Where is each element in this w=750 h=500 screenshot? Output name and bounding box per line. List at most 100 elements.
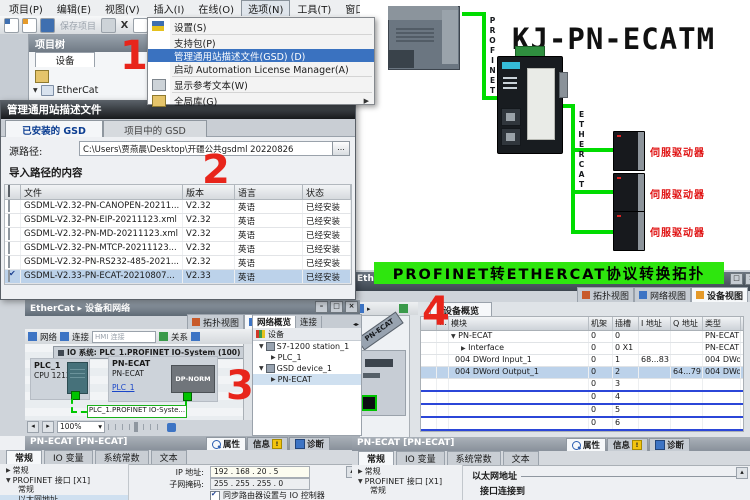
add-device-icon[interactable] [35, 70, 49, 83]
scroll-up-icon[interactable]: ▴ [736, 467, 748, 479]
tree-item-profinet-interface[interactable]: ▼PROFINET 接口 [X1] [352, 477, 462, 487]
tab-devices[interactable]: 设备 [35, 52, 95, 67]
col-i-address[interactable]: I 地址 [639, 317, 671, 330]
copy-icon[interactable] [133, 18, 148, 33]
col-file[interactable]: 文件 [21, 185, 183, 199]
table-row[interactable]: GSDML-V2.32-PN-RS232-485-2021...V2.32 英语… [5, 256, 351, 270]
row-checkbox[interactable] [8, 228, 10, 240]
device-name-chip[interactable]: PN-ECAT [356, 312, 403, 351]
zoom-select[interactable]: 100%▾ [57, 421, 105, 433]
gateway-port-green[interactable] [183, 392, 192, 401]
col-type[interactable]: 类型 [703, 317, 741, 330]
col-status[interactable]: 状态 [303, 185, 351, 199]
menu-view[interactable]: 视图(V) [98, 0, 147, 17]
subtab-texts[interactable]: 文本 [503, 451, 539, 465]
tab-network-overview[interactable]: 网络概览 [253, 316, 296, 328]
close-icon[interactable]: × [745, 273, 750, 285]
subnet-input[interactable]: 255 . 255 . 255 . 0 [210, 478, 310, 490]
network-canvas[interactable]: IO 系统: PLC_1.PROFINET IO-System (100) PL… [25, 344, 243, 420]
menu-item-global-libraries[interactable]: 全局库(G) ▶ [148, 94, 374, 107]
menu-insert[interactable]: 插入(I) [147, 0, 192, 17]
select-all-cell[interactable] [5, 185, 21, 199]
tab-info[interactable]: 信息 ! [607, 438, 648, 452]
table-row[interactable]: GSDML-V2.32-PN-MD-20211123.xmlV2.32 英语已经… [5, 228, 351, 242]
tab-properties[interactable]: 属性 [206, 437, 246, 451]
col-module[interactable]: 模块 [449, 317, 589, 330]
tab-installed-gsd[interactable]: 已安装的 GSD [5, 120, 103, 137]
minimize-icon[interactable]: – [315, 301, 328, 313]
save-project-label[interactable]: 保存项目 [60, 19, 96, 32]
table-row[interactable]: 05 [421, 405, 743, 418]
col-q-address[interactable]: Q 地址 [671, 317, 703, 330]
table-row[interactable]: GSDML-V2.32-PN-EIP-20211123.xmlV2.32 英语已… [5, 214, 351, 228]
menu-item-support-packages[interactable]: 支持包(P) [148, 36, 374, 49]
table-row-selected[interactable]: 004 DWord Output_1 02 64...79 004 DWord … [421, 367, 743, 379]
open-project-icon[interactable] [22, 18, 37, 33]
network-mode-label[interactable]: 网络 [40, 331, 57, 343]
row-checkbox-checked[interactable] [8, 270, 10, 282]
subtab-general[interactable]: 常规 [358, 451, 394, 465]
gateway-device-box[interactable]: PN-ECAT PN-ECAT PLC_1 DP-NORM [108, 356, 218, 402]
select-all-icon[interactable] [8, 185, 10, 197]
subtab-texts[interactable]: 文本 [151, 450, 187, 464]
tab-connections[interactable]: 连接 [296, 316, 322, 328]
tree-item-ethernet-address[interactable]: 以太网地址 [0, 495, 128, 500]
network-mode-icon[interactable] [28, 332, 37, 341]
subtab-io-tags[interactable]: IO 变量 [396, 451, 445, 465]
fit-view-icon[interactable] [167, 423, 176, 432]
menu-online[interactable]: 在线(O) [191, 0, 241, 17]
scroll-right-icon[interactable]: ▸ [42, 421, 54, 433]
print-icon[interactable] [101, 18, 116, 33]
table-row[interactable]: ▼ PN-ECAT 00 PN-ECAT [421, 331, 743, 343]
sync-router-checkbox[interactable] [210, 491, 220, 500]
subtab-general[interactable]: 常规 [6, 450, 42, 464]
tree-item-pn-ecat[interactable]: ▶ PN-ECAT [253, 374, 361, 385]
connection-type-combo[interactable]: HMI 连接 [92, 331, 156, 343]
table-row[interactable]: 06 [421, 418, 743, 431]
tab-topology-view[interactable]: 拓扑视图 [187, 314, 244, 329]
browse-button[interactable]: ... [332, 141, 350, 156]
close-icon[interactable]: × [345, 301, 358, 313]
connections-mode-label[interactable]: 连接 [72, 331, 89, 343]
tree-item-station[interactable]: ▼ S7-1200 station_1 [253, 341, 361, 352]
table-row[interactable]: ▶ Interface 00 X1 PN-ECAT [421, 343, 743, 355]
table-row[interactable]: GSDML-V2.32-PN-MTCP-20211123...V2.32 英语已… [5, 242, 351, 256]
table-row[interactable]: 004 DWord Input_1 01 68...83 004 DWord I… [421, 355, 743, 367]
menu-item-settings[interactable]: 设置(S) [148, 20, 374, 33]
maximize-icon[interactable]: □ [730, 273, 743, 285]
row-checkbox[interactable] [8, 256, 10, 268]
io-system-connection-label[interactable]: PLC_1.PROFINET IO-Syste... [87, 405, 187, 418]
gateway-controller-link[interactable]: PLC_1 [112, 383, 134, 392]
col-rack[interactable]: 机架 [589, 317, 613, 330]
row-checkbox[interactable] [8, 214, 10, 226]
cut-icon[interactable]: X [119, 20, 130, 31]
zoom-slider-thumb[interactable] [134, 422, 138, 432]
tab-scroll-icons[interactable]: ◂▸ [353, 321, 361, 328]
tree-item-plc1[interactable]: ▶ PLC_1 [253, 352, 361, 363]
connections-mode-icon[interactable] [60, 332, 69, 341]
tab-device-view[interactable]: 设备视图 [691, 287, 748, 302]
tree-item-general-sub[interactable]: 常规 [352, 486, 462, 496]
table-row[interactable]: GSDML-V2.32-PN-CANOPEN-20211...V2.32 英语已… [5, 200, 351, 214]
subtab-io-tags[interactable]: IO 变量 [44, 450, 93, 464]
save-project-icon[interactable] [40, 18, 55, 33]
tab-topology-view[interactable]: 拓扑视图 [577, 287, 634, 302]
col-slot[interactable]: 插槽 [613, 317, 639, 330]
maximize-icon[interactable]: □ [330, 301, 343, 313]
tree-item-gsd-device[interactable]: ▼ GSD device_1 [253, 363, 361, 374]
tab-info[interactable]: 信息 ! [247, 437, 288, 451]
ip-input[interactable]: 192 . 168 . 20 . 5 [210, 466, 310, 478]
scroll-left-icon[interactable]: ◂ [27, 421, 39, 433]
device-pane-vscrollbar[interactable] [409, 315, 418, 442]
chevron-down-icon[interactable]: ▼ [451, 333, 456, 340]
tab-project-gsd[interactable]: 项目中的 GSD [103, 120, 207, 137]
subtab-constants[interactable]: 系统常数 [95, 450, 149, 464]
table-row-selected[interactable]: GSDML-V2.33-PN-ECAT-20210807...V2.33 英语已… [5, 270, 351, 284]
table-row[interactable]: 04 [421, 392, 743, 405]
show-addresses-icon[interactable] [191, 332, 200, 341]
chevron-right-icon[interactable]: ▶ [461, 345, 466, 352]
subtab-constants[interactable]: 系统常数 [447, 451, 501, 465]
menu-item-show-reference[interactable]: 显示参考文本(W) [148, 78, 374, 91]
relations-label[interactable]: 关系 [171, 331, 188, 343]
device-module-graphic[interactable] [358, 350, 406, 416]
